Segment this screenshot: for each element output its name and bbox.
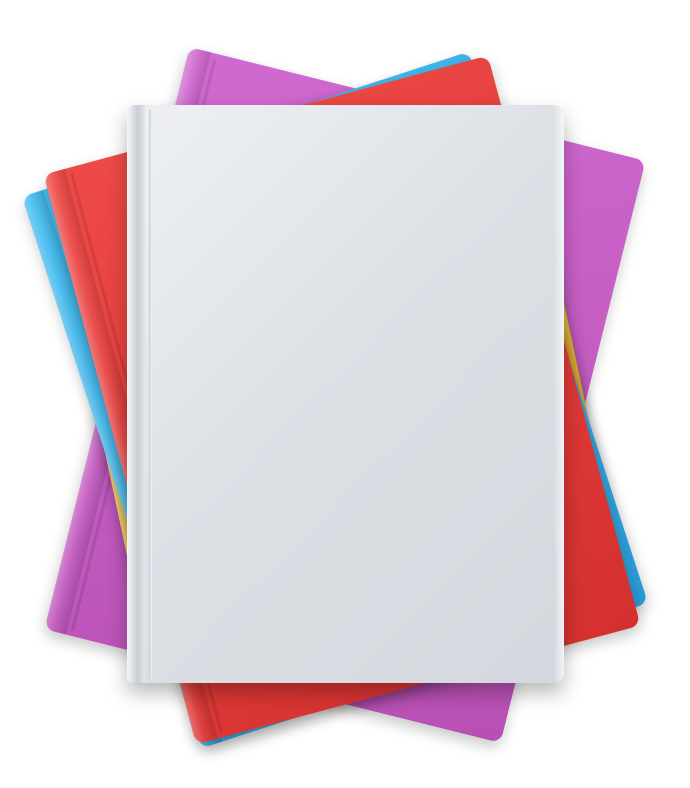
white-blank-book <box>127 105 564 683</box>
book-stack-scene <box>0 0 690 788</box>
white-book-spine <box>127 105 145 683</box>
white-book-edge-highlight <box>554 105 564 683</box>
white-book-groove <box>149 109 152 679</box>
